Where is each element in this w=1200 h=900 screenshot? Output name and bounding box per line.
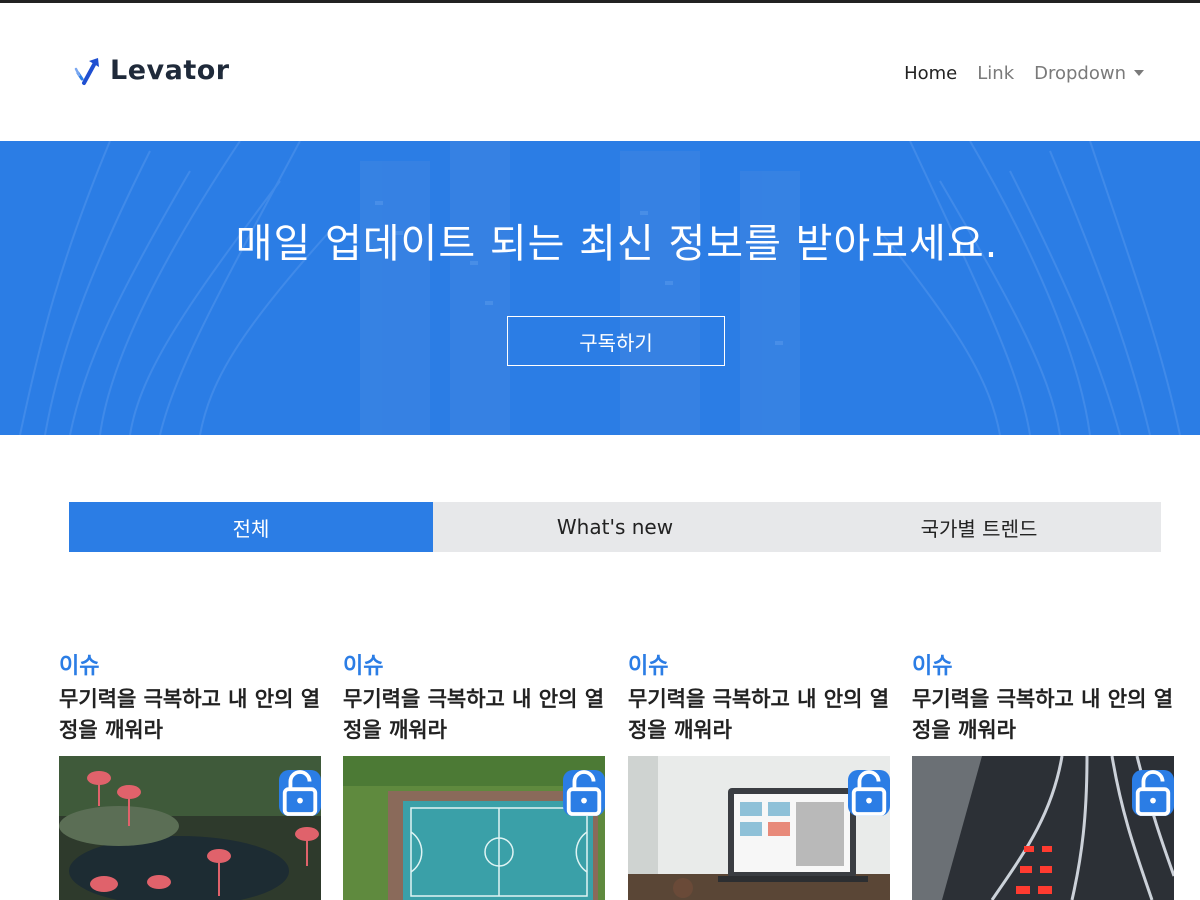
nav-home-link[interactable]: Home: [904, 63, 957, 84]
brand-logo[interactable]: Levator: [74, 53, 230, 87]
category-tabs: 전체 What's new 국가별 트렌드: [69, 502, 1161, 552]
card-category: 이슈: [628, 654, 669, 679]
unlock-icon[interactable]: [848, 770, 890, 816]
hero-background-image: [0, 141, 1200, 435]
unlock-icon[interactable]: [279, 770, 321, 816]
card-category: 이슈: [912, 654, 953, 679]
card-title[interactable]: 무기력을 극복하고 내 안의 열정을 깨워라: [912, 684, 1177, 746]
tab-whats-new[interactable]: What's new: [433, 502, 797, 552]
subscribe-button[interactable]: 구독하기: [507, 316, 725, 366]
tab-country-trends[interactable]: 국가별 트렌드: [797, 502, 1161, 552]
nav-dropdown[interactable]: Dropdown: [1034, 63, 1144, 84]
highway-light-trails-photo[interactable]: [912, 756, 1174, 900]
nav-link[interactable]: Link: [977, 63, 1014, 84]
laptop-on-desk-photo[interactable]: [628, 756, 890, 900]
article-card[interactable]: 이슈 무기력을 극복하고 내 안의 열정을 깨워라: [628, 648, 890, 900]
navbar: Levator Home Link Dropdown: [0, 3, 1200, 141]
card-title[interactable]: 무기력을 극복하고 내 안의 열정을 깨워라: [59, 684, 324, 746]
unlock-icon[interactable]: [563, 770, 605, 816]
unlock-icon[interactable]: [1132, 770, 1174, 816]
card-category: 이슈: [59, 654, 100, 679]
article-card-list: 이슈 무기력을 극복하고 내 안의 열정을 깨워라 이슈 무기력을 극복하고 내…: [59, 648, 1174, 900]
article-card[interactable]: 이슈 무기력을 극복하고 내 안의 열정을 깨워라: [59, 648, 321, 900]
arrow-up-right-logo-icon: [74, 58, 99, 85]
card-title[interactable]: 무기력을 극복하고 내 안의 열정을 깨워라: [628, 684, 893, 746]
caret-down-icon: [1134, 70, 1144, 76]
main-nav: Home Link Dropdown: [904, 63, 1144, 84]
article-card[interactable]: 이슈 무기력을 극복하고 내 안의 열정을 깨워라: [912, 648, 1174, 900]
flamingos-photo[interactable]: [59, 756, 321, 900]
tab-all[interactable]: 전체: [69, 502, 433, 552]
hero-title: 매일 업데이트 되는 최신 정보를 받아보세요.: [235, 221, 999, 267]
hero-banner: 매일 업데이트 되는 최신 정보를 받아보세요. 구독하기: [0, 141, 1200, 435]
card-title[interactable]: 무기력을 극복하고 내 안의 열정을 깨워라: [343, 684, 608, 746]
brand-name: Levator: [110, 54, 230, 86]
card-category: 이슈: [343, 654, 384, 679]
basketball-court-aerial-photo[interactable]: [343, 756, 605, 900]
article-card[interactable]: 이슈 무기력을 극복하고 내 안의 열정을 깨워라: [343, 648, 605, 900]
nav-dropdown-label: Dropdown: [1034, 63, 1126, 84]
